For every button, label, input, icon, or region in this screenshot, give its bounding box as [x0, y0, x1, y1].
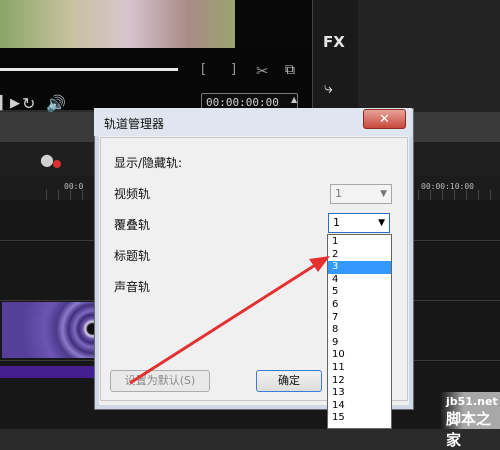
dropdown-option[interactable]: 6: [328, 299, 391, 312]
dropdown-option[interactable]: 2: [328, 249, 391, 262]
dropdown-option[interactable]: 7: [328, 312, 391, 325]
dropdown-option[interactable]: 9: [328, 337, 391, 350]
dropdown-option[interactable]: 3: [328, 261, 391, 274]
fx-panel: [312, 0, 359, 112]
record-dot-icon: [53, 160, 61, 168]
ok-button[interactable]: 确定: [256, 370, 322, 392]
overlay-track-select[interactable]: 1 ▼: [328, 213, 390, 233]
repeat-icon[interactable]: ↻: [22, 94, 35, 113]
chevron-down-icon[interactable]: ▼: [378, 214, 385, 232]
video-preview: [0, 0, 235, 48]
video-track-label: 视频轨: [114, 187, 151, 201]
dropdown-option[interactable]: 15: [328, 412, 391, 425]
overlay-track-label: 覆叠轨: [114, 218, 151, 232]
copy-icon[interactable]: ⧉: [285, 62, 295, 78]
dropdown-option[interactable]: 8: [328, 324, 391, 337]
audio-track-label: 声音轨: [114, 280, 151, 294]
scrub-bar[interactable]: [0, 68, 178, 71]
overlay-track-dropdown[interactable]: 1 2 3 4 5 6 7 8 9 10 11 12 13 14 15: [327, 234, 392, 429]
volume-icon[interactable]: 🔊: [46, 94, 66, 113]
step-back-icon[interactable]: ▎▶: [0, 96, 20, 111]
dropdown-option[interactable]: 1: [328, 236, 391, 249]
video-track-value: 1: [335, 187, 342, 200]
video-track-select: 1 ▼: [330, 184, 392, 204]
overlay-track-value: 1: [333, 216, 340, 229]
fx-button[interactable]: FX: [323, 33, 345, 51]
dropdown-option[interactable]: 4: [328, 274, 391, 287]
library-panel: [358, 0, 500, 112]
watermark-text: 脚本之家: [446, 410, 492, 449]
mark-in-icon[interactable]: [: [201, 62, 206, 77]
dropdown-option[interactable]: 10: [328, 349, 391, 362]
dialog-title: 轨道管理器: [104, 117, 165, 131]
title-track-label: 标题轨: [114, 249, 151, 263]
dropdown-option[interactable]: 12: [328, 375, 391, 388]
dropdown-option[interactable]: 5: [328, 286, 391, 299]
timecode-up-icon[interactable]: ▲: [291, 95, 297, 104]
mark-out-icon[interactable]: ]: [231, 62, 236, 77]
watermark-url: jb51.net: [446, 395, 498, 408]
show-hide-tracks-label: 显示/隐藏轨:: [114, 156, 183, 170]
cut-icon[interactable]: ✂: [256, 62, 269, 80]
preview-edge: [235, 0, 312, 48]
reset-default-button[interactable]: 设置为默认(S): [110, 370, 210, 392]
path-icon[interactable]: ⤷: [324, 78, 333, 98]
close-button[interactable]: ✕: [363, 109, 406, 129]
dropdown-option[interactable]: 14: [328, 400, 391, 413]
record-icon[interactable]: ●: [40, 150, 54, 169]
chevron-down-icon: ▼: [380, 189, 387, 199]
dropdown-option[interactable]: 11: [328, 362, 391, 375]
dropdown-option[interactable]: 13: [328, 387, 391, 400]
title-clip[interactable]: [0, 366, 94, 378]
